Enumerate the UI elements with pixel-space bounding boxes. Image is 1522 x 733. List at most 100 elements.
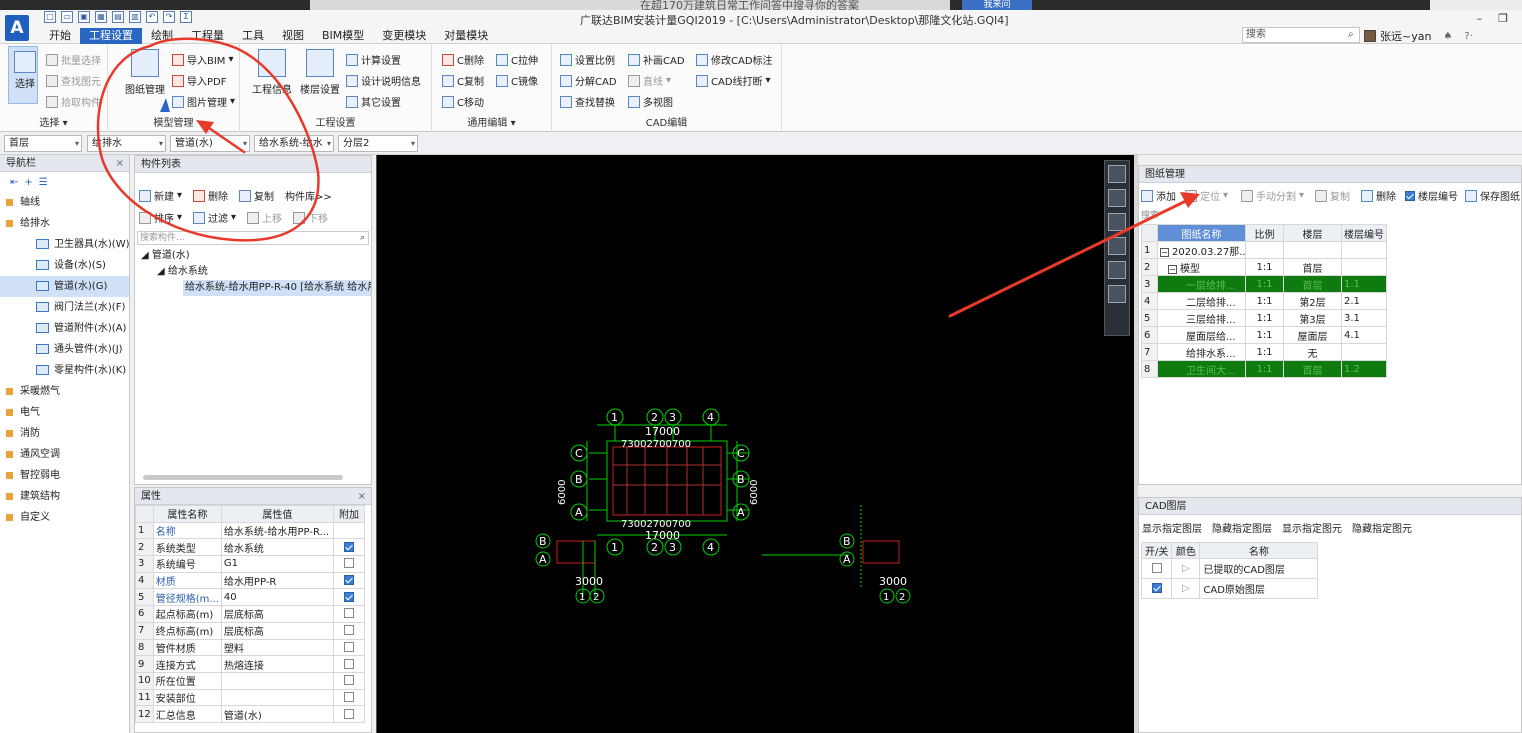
bell-icon[interactable]: ♠ [1443, 31, 1452, 42]
open-icon[interactable]: ▭ [61, 11, 73, 23]
draw-cad-button[interactable]: 补画CAD [628, 52, 685, 67]
tab-tools[interactable]: 工具 [233, 28, 273, 44]
prop-value[interactable]: 给水用PP-R [220, 571, 334, 590]
search-icon[interactable]: ⌕ [1348, 29, 1354, 40]
rotate-icon[interactable] [1108, 261, 1126, 279]
table-row[interactable]: 5 管径规格(m... 40 [135, 588, 366, 607]
prop-value[interactable] [220, 671, 334, 690]
delete-drawing-button[interactable]: 删除 [1361, 188, 1396, 203]
table-row[interactable]: 7 给排水系... 1:1 无 [1141, 343, 1387, 361]
c-mirror-button[interactable]: C镜像 [496, 73, 538, 88]
split-cad-button[interactable]: 分解CAD [560, 73, 617, 88]
nav-cat-heating[interactable]: 采暖燃气 [0, 381, 129, 402]
tab-project-settings[interactable]: 工程设置 [80, 28, 142, 44]
table-row[interactable]: 4 材质 给水用PP-R [135, 571, 366, 590]
calc-icon[interactable]: ▤ [112, 11, 124, 23]
restore-icon[interactable]: ❐ [1498, 12, 1508, 25]
floor-no-checkbox[interactable] [1405, 190, 1415, 201]
set-scale-button[interactable]: 设置比例 [560, 52, 615, 67]
type-select[interactable]: 管道(水) ▾ [170, 135, 250, 152]
prop-value[interactable]: 塑料 [220, 638, 334, 657]
top-view-icon[interactable] [1108, 237, 1126, 255]
table-row[interactable]: 3 一层给排... 1:1 首层 1.1 [1141, 275, 1387, 293]
attach-checkbox[interactable] [343, 575, 354, 586]
tab-draw[interactable]: 绘制 [142, 28, 182, 44]
layer-toggle-checkbox[interactable] [1151, 583, 1162, 593]
table-row[interactable]: 10 所在位置 [135, 671, 366, 690]
tree-item-selected[interactable]: 给水系统-给水用PP-R-40 [给水系统 给水用PP-R 40] [183, 280, 371, 296]
table-row[interactable]: 4 二层给排... 1:1 第2层 2.1 [1141, 292, 1387, 310]
design-notes-button[interactable]: 设计说明信息 [346, 73, 421, 88]
expand-icon[interactable]: ▷ [1171, 578, 1201, 599]
filter-button[interactable]: 过滤 ▾ [193, 210, 236, 225]
table-row[interactable]: ▷ 已提取的CAD图层 [1140, 558, 1319, 579]
tab-compare-module[interactable]: 对量模块 [435, 28, 497, 44]
find-replace-button[interactable]: 查找替换 [560, 94, 615, 109]
nav-sub-sanitary[interactable]: 卫生器具(水)(W) [0, 234, 130, 255]
ask-button[interactable]: 我来问 [962, 0, 1032, 10]
new-component-button[interactable]: 新建 ▾ [139, 188, 182, 203]
nav-sub-accessory[interactable]: 管道附件(水)(A) [0, 318, 129, 339]
close-icon[interactable]: × [358, 488, 366, 505]
calc-settings-button[interactable]: 计算设置 [346, 52, 401, 67]
manual-split-button[interactable]: 手动分割 ▾ [1241, 188, 1304, 203]
search-input[interactable]: 搜索 [1242, 27, 1360, 43]
table-row[interactable]: 2 系统类型 给水系统 [135, 538, 366, 557]
tab-view[interactable]: 视图 [273, 28, 313, 44]
side-view-icon[interactable] [1108, 213, 1126, 231]
table-row[interactable]: 1−2020.03.27那... [1141, 241, 1387, 259]
import-pdf-button[interactable]: 导入PDF [172, 73, 226, 88]
c-copy-button[interactable]: C复制 [442, 73, 484, 88]
drawing-canvas[interactable]: 1 2 3 4 C B A C B A 1 2 3 4 17000 730027… [376, 155, 1134, 733]
attach-checkbox[interactable] [343, 608, 354, 619]
arrow-icon[interactable]: ⇤ [10, 177, 18, 188]
nav-cat-custom[interactable]: 自定义 [0, 507, 129, 528]
discipline-select[interactable]: 给排水 ▾ [87, 135, 166, 152]
prop-value[interactable]: 热熔连接 [220, 655, 334, 673]
c-stretch-button[interactable]: C拉伸 [496, 52, 538, 67]
floor-settings-button[interactable]: 楼层设置 [296, 49, 344, 96]
delete-component-button[interactable]: 删除 [193, 188, 228, 203]
component-library-button[interactable]: 构件库>> [285, 188, 332, 203]
nav-cat-lowvoltage[interactable]: 智控弱电 [0, 465, 129, 486]
table-row[interactable]: 9 连接方式 热熔连接 [135, 655, 366, 673]
user-name[interactable]: 张远~yan [1380, 28, 1431, 44]
attach-checkbox[interactable] [343, 641, 354, 652]
move-up-button[interactable]: 上移 [247, 210, 282, 225]
table-row[interactable]: 6 屋面层给... 1:1 屋面层 4.1 [1141, 326, 1387, 344]
nav-sub-fitting[interactable]: 通头管件(水)(J) [0, 339, 129, 360]
tree-system[interactable]: ◢ 给水系统 [135, 264, 371, 280]
add-icon[interactable]: + [24, 177, 32, 188]
undo-icon[interactable]: ↶ [146, 11, 158, 23]
attach-checkbox[interactable] [343, 675, 354, 686]
image-mgmt-button[interactable]: 图片管理 ▾ [172, 94, 235, 109]
layout-icon[interactable] [1108, 285, 1126, 303]
table-row[interactable]: 5 三层给排... 1:1 第3层 3.1 [1141, 309, 1387, 327]
copy-component-button[interactable]: 复制 [239, 188, 274, 203]
prop-value[interactable]: 40 [220, 588, 334, 607]
header-scale[interactable]: 比例 [1245, 224, 1284, 242]
table-row[interactable]: 2− 模型 1:1 首层 [1141, 258, 1387, 276]
table-row[interactable]: 8 卫生间大... 1:1 首层 1.2 [1141, 360, 1387, 378]
move-down-button[interactable]: 下移 [293, 210, 328, 225]
attach-checkbox[interactable] [343, 591, 354, 602]
prop-value[interactable]: 管道(水) [220, 705, 334, 723]
redo-icon[interactable]: ↷ [163, 11, 175, 23]
header-drawing-name[interactable]: 图纸名称 [1157, 224, 1246, 242]
attach-checkbox[interactable] [343, 658, 354, 669]
save-drawing-button[interactable]: 保存图纸 [1465, 188, 1520, 203]
prop-value[interactable]: 层底标高 [220, 621, 334, 640]
tab-change-module[interactable]: 变更模块 [373, 28, 435, 44]
tree-root[interactable]: ◢ 管道(水) [135, 248, 371, 264]
minimize-icon[interactable]: – [1477, 12, 1483, 25]
drawing-search-input[interactable]: 搜索 [1141, 208, 1159, 221]
avatar[interactable] [1364, 30, 1376, 42]
table-row[interactable]: 6 起点标高(m) 层底标高 [135, 605, 366, 623]
prop-value[interactable]: 给水系统 [220, 538, 334, 557]
prop-value[interactable]: 给水系统-给水用PP-R... [220, 521, 334, 540]
collapse-icon[interactable]: − [1160, 247, 1169, 257]
report-icon[interactable]: ▥ [129, 11, 141, 23]
project-info-button[interactable]: 工程信息 [248, 49, 296, 96]
nav-sub-misc[interactable]: 零星构件(水)(K) [0, 360, 129, 381]
attach-checkbox[interactable] [343, 558, 354, 569]
